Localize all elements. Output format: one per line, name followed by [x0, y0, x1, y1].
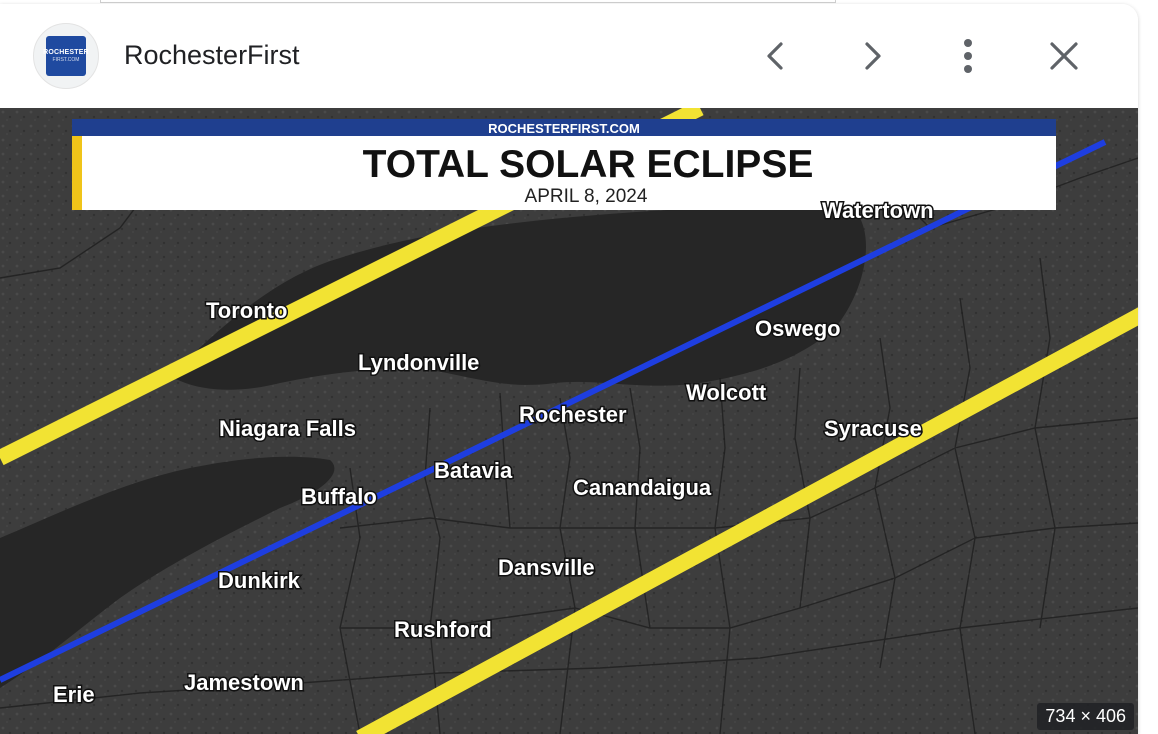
chevron-left-icon: [767, 42, 783, 70]
more-options-button[interactable]: [942, 30, 994, 82]
city-label-erie: Erie: [53, 682, 95, 707]
chevron-right-icon: [865, 42, 881, 70]
site-favicon[interactable]: ROCHESTER FIRST.COM: [33, 23, 99, 89]
city-label-dunkirk: Dunkirk: [218, 568, 301, 593]
close-icon: [1050, 42, 1078, 70]
eclipse-map-image[interactable]: ROCHESTERFIRST.COM TOTAL SOLAR ECLIPSE A…: [0, 108, 1138, 734]
city-label-batavia: Batavia: [434, 458, 513, 483]
favicon-text-top: ROCHESTER: [43, 49, 89, 56]
close-button[interactable]: [1038, 30, 1090, 82]
city-label-syracuse: Syracuse: [824, 416, 922, 441]
favicon-logo: ROCHESTER FIRST.COM: [43, 36, 89, 76]
eclipse-path-map: ROCHESTERFIRST.COM TOTAL SOLAR ECLIPSE A…: [0, 108, 1138, 734]
city-label-toronto: Toronto: [206, 298, 287, 323]
city-label-lyndonville: Lyndonville: [358, 350, 479, 375]
favicon-text-bottom: FIRST.COM: [52, 57, 80, 63]
city-label-rushford: Rushford: [394, 617, 492, 642]
city-label-rochester: Rochester: [519, 402, 627, 427]
city-label-jamestown: Jamestown: [184, 670, 304, 695]
city-label-dansville: Dansville: [498, 555, 595, 580]
city-label-oswego: Oswego: [755, 316, 841, 341]
previous-button[interactable]: [750, 30, 802, 82]
banner-accent: [72, 136, 82, 210]
city-label-watertown: Watertown: [822, 198, 934, 223]
next-button[interactable]: [846, 30, 898, 82]
preview-header: ROCHESTER FIRST.COM RochesterFirst: [0, 4, 1138, 108]
image-dimensions-badge: 734 × 406: [1037, 703, 1134, 730]
city-label-wolcott: Wolcott: [686, 380, 767, 405]
city-label-buffalo: Buffalo: [301, 484, 377, 509]
image-preview-panel: ROCHESTER FIRST.COM RochesterFirst ROCHE…: [0, 4, 1138, 734]
banner-date: APRIL 8, 2024: [525, 186, 648, 207]
city-label-canandaigua: Canandaigua: [573, 475, 712, 500]
more-vertical-icon: [964, 39, 972, 73]
city-label-niagara-falls: Niagara Falls: [219, 416, 356, 441]
title-banner: ROCHESTERFIRST.COM TOTAL SOLAR ECLIPSE A…: [72, 119, 1056, 210]
banner-title: TOTAL SOLAR ECLIPSE: [363, 143, 814, 186]
previous-card-edge: [100, 0, 836, 3]
site-name[interactable]: RochesterFirst: [124, 40, 300, 71]
banner-site-text: ROCHESTERFIRST.COM: [488, 121, 640, 136]
